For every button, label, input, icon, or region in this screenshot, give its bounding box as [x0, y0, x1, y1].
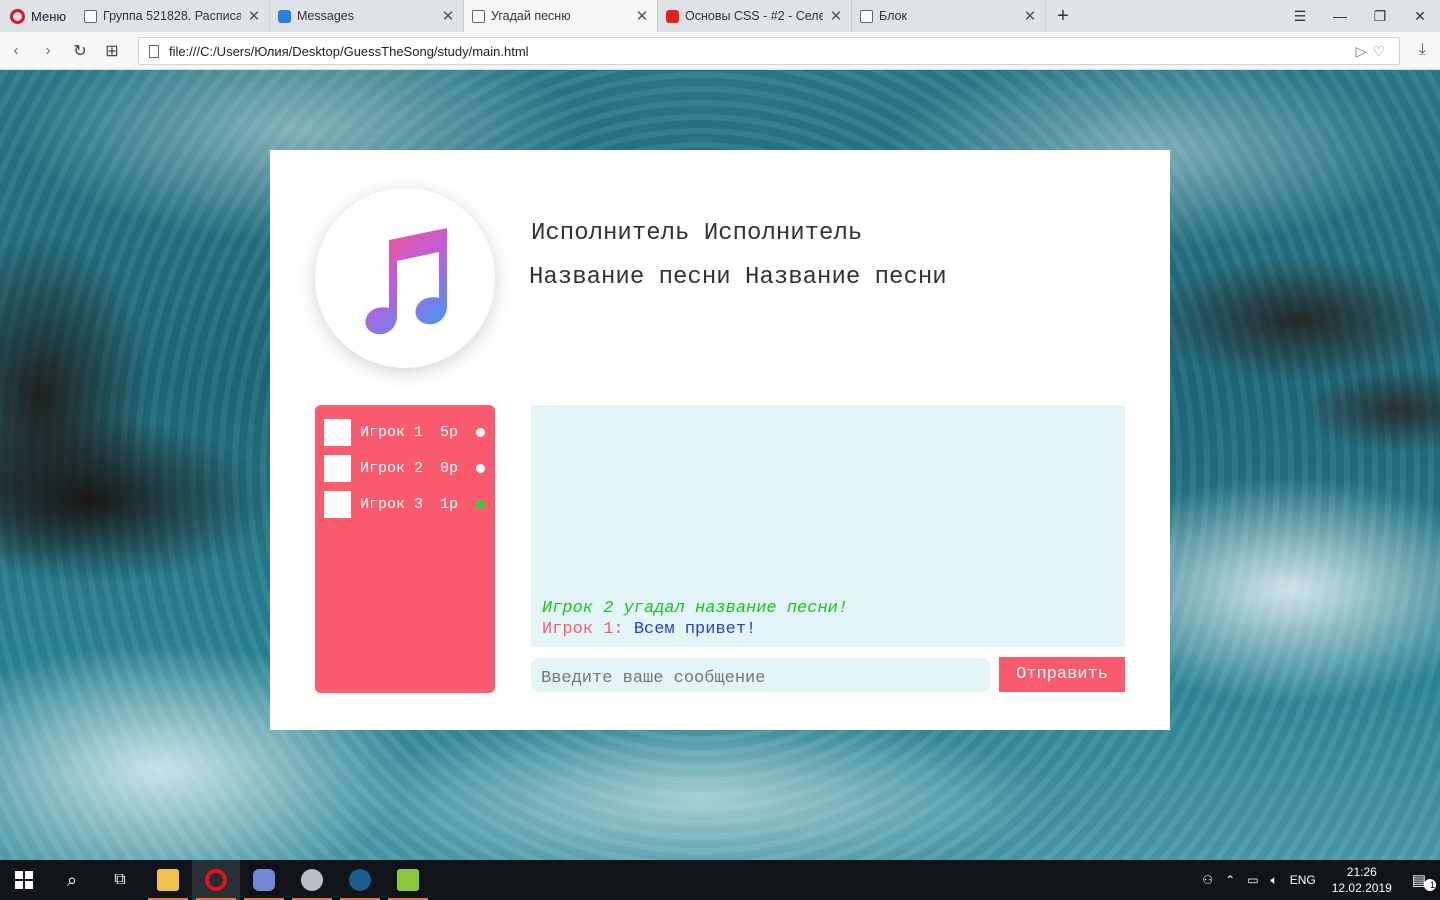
chevron-up-icon[interactable]: ⌃: [1219, 873, 1241, 887]
game-card: Исполнитель Исполнитель Название песни Н…: [270, 150, 1170, 730]
system-message: Игрок 2 угадал название песни!: [542, 599, 849, 618]
bookmark-heart-icon[interactable]: ♡: [1372, 43, 1385, 60]
avatar: [324, 490, 351, 518]
tab-close-icon[interactable]: ✕: [247, 7, 261, 25]
language-indicator[interactable]: ENG: [1284, 873, 1322, 887]
avatar: [324, 454, 351, 482]
music-note-icon: [365, 228, 447, 335]
address-bar: ‹ › ↻ ⊞ file:///C:/Users/Юлия/Desktop/Gu…: [0, 32, 1440, 70]
message-input[interactable]: [531, 658, 990, 692]
player-row[interactable]: Игрок 3 1р: [315, 486, 495, 522]
status-dot-icon: [476, 499, 485, 509]
tab-schedule[interactable]: Группа 521828. Расписан ✕: [76, 0, 270, 32]
tab-label: Messages: [297, 9, 354, 23]
player-row[interactable]: Игрок 1 5р: [315, 414, 495, 450]
url-actions: ▷ ♡: [1356, 43, 1385, 60]
avatar: [324, 418, 351, 446]
send-button[interactable]: Отправить: [999, 657, 1125, 692]
document-icon: [472, 9, 485, 23]
document-icon: [860, 9, 873, 23]
window-controls: ☰ — ❐ ✕: [1280, 0, 1440, 32]
tab-messages[interactable]: Messages ✕: [270, 0, 464, 32]
chat-message: Игрок 1: Всем привет!: [542, 619, 1114, 640]
browser-tab-bar: Меню Группа 521828. Расписан ✕ Messages …: [0, 0, 1440, 32]
player-score: 0р: [440, 459, 459, 477]
chat-log[interactable]: Игрок 2 угадал название песни! Игрок 1: …: [531, 405, 1125, 647]
network-icon[interactable]: ▭: [1241, 873, 1264, 887]
taskbar: ⌕ ⧉ ⚇ ⌃ ▭ 🔈︎ ENG 21:26 12.02.2019 ▤ 1: [0, 860, 1440, 900]
player-score: 5р: [440, 423, 459, 441]
clock[interactable]: 21:26 12.02.2019: [1322, 864, 1402, 896]
document-icon: [84, 9, 97, 23]
search-icon[interactable]: ⌕: [48, 860, 96, 900]
player-name: Игрок 2: [360, 459, 424, 477]
tab-label: Блок: [879, 9, 907, 23]
messages-icon: [278, 9, 291, 23]
message-text: Всем привет!: [633, 620, 757, 639]
clock-date: 12.02.2019: [1331, 881, 1392, 895]
message-author: Игрок 1:: [542, 620, 624, 639]
file-explorer-icon[interactable]: [144, 860, 192, 900]
status-dot-icon: [476, 427, 485, 437]
youtube-icon: [666, 9, 679, 23]
url-field[interactable]: file:///C:/Users/Юлия/Desktop/GuessTheSo…: [138, 37, 1400, 65]
player-name: Игрок 3: [360, 495, 424, 513]
tab-close-icon[interactable]: ✕: [829, 7, 843, 25]
tab-menu-icon[interactable]: ☰: [1280, 0, 1320, 32]
notifications-icon[interactable]: ▤ 1: [1402, 871, 1440, 891]
back-icon[interactable]: ‹: [0, 42, 32, 60]
tab-label: Угадай песню: [491, 9, 571, 23]
tab-css-video[interactable]: Основы CSS - #2 - Селект ✕: [658, 0, 852, 32]
url-text: file:///C:/Users/Юлия/Desktop/GuessTheSo…: [169, 43, 529, 59]
close-window-icon[interactable]: ✕: [1400, 0, 1440, 32]
players-panel: Игрок 1 5р Игрок 2 0р Игрок 3 1р: [315, 405, 495, 693]
reload-icon[interactable]: ↻: [64, 41, 96, 61]
windows-logo-icon: [15, 871, 33, 889]
song-title: Название песни Название песни: [529, 264, 947, 291]
tab-label: Группа 521828. Расписан: [103, 9, 241, 23]
download-icon[interactable]: ⤓: [1419, 41, 1426, 59]
clock-time: 21:26: [1346, 865, 1377, 879]
opera-menu-button[interactable]: Меню: [0, 0, 76, 32]
notification-count: 1: [1424, 879, 1436, 891]
page-file-icon: [149, 44, 159, 58]
notepad-plus-icon[interactable]: [384, 860, 432, 900]
player-name: Игрок 1: [360, 423, 424, 441]
media-player-icon[interactable]: [288, 860, 336, 900]
tab-close-icon[interactable]: ✕: [635, 7, 649, 25]
artist-name: Исполнитель Исполнитель: [531, 220, 863, 247]
people-icon[interactable]: ⚇: [1196, 873, 1219, 887]
minimize-icon[interactable]: —: [1320, 0, 1360, 32]
send-page-icon[interactable]: ▷: [1356, 43, 1367, 60]
tab-label: Основы CSS - #2 - Селект: [685, 9, 823, 23]
new-tab-button[interactable]: +: [1046, 0, 1080, 32]
tab-close-icon[interactable]: ✕: [441, 7, 455, 25]
player-score: 1р: [440, 495, 459, 513]
task-view-icon[interactable]: ⧉: [96, 860, 144, 900]
opera-icon[interactable]: [192, 860, 240, 900]
menu-label: Меню: [31, 8, 67, 24]
forward-icon[interactable]: ›: [32, 42, 64, 60]
system-tray: ⚇ ⌃ ▭ 🔈︎ ENG 21:26 12.02.2019 ▤ 1: [1196, 860, 1440, 900]
tab-block[interactable]: Блок ✕: [852, 0, 1046, 32]
discord-icon[interactable]: [240, 860, 288, 900]
status-dot-icon: [476, 463, 485, 473]
music-logo: [315, 188, 495, 368]
restore-icon[interactable]: ❐: [1360, 0, 1400, 32]
tab-close-icon[interactable]: ✕: [1023, 7, 1037, 25]
start-button[interactable]: [0, 860, 48, 900]
player-row[interactable]: Игрок 2 0р: [315, 450, 495, 486]
page-background: Исполнитель Исполнитель Название песни Н…: [0, 70, 1440, 860]
steam-icon[interactable]: [336, 860, 384, 900]
tab-guess-the-song[interactable]: Угадай песню ✕: [464, 0, 658, 32]
opera-logo-icon: [10, 8, 25, 24]
volume-icon[interactable]: 🔈︎: [1265, 873, 1284, 888]
speed-dial-icon[interactable]: ⊞: [96, 41, 128, 61]
